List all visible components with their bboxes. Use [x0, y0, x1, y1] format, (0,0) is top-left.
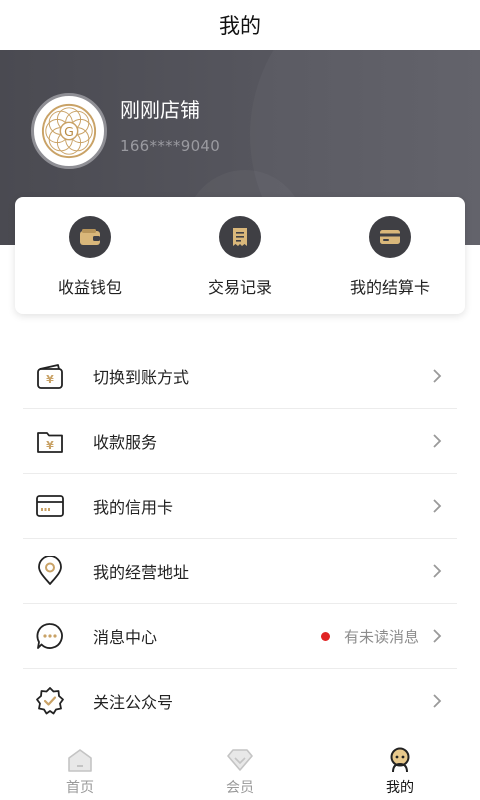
quick-action-label: 我的结算卡	[349, 278, 430, 297]
tab-label: 会员	[226, 780, 254, 796]
yuan-folder-icon: ¥	[35, 426, 65, 456]
quick-action-transactions[interactable]: 交易记录	[165, 197, 315, 314]
menu-item-label: 收款服务	[93, 433, 158, 452]
verified-badge-icon	[35, 686, 65, 716]
menu-list: ¥ 切换到账方式 ¥ 收款服务 我的信用卡 我的经营地址 消息中心 有未读消息 …	[23, 344, 457, 733]
menu-item-label: 我的经营地址	[93, 563, 190, 582]
chat-bubble-icon	[35, 621, 65, 651]
menu-item-payment-service[interactable]: ¥ 收款服务	[23, 409, 457, 474]
chevron-right-icon	[433, 629, 442, 643]
menu-item-message-center[interactable]: 消息中心 有未读消息	[23, 604, 457, 669]
menu-item-label: 我的信用卡	[93, 498, 174, 517]
title-bar: 我的	[0, 0, 480, 50]
diamond-icon	[227, 749, 253, 771]
chevron-right-icon	[433, 369, 442, 383]
menu-item-follow-official-account[interactable]: 关注公众号	[23, 669, 457, 733]
credit-card-icon	[35, 491, 65, 521]
chevron-right-icon	[433, 694, 442, 708]
svg-text:¥: ¥	[46, 373, 54, 386]
wallet-icon	[69, 216, 111, 258]
unread-message-text: 有未读消息	[343, 627, 419, 646]
shop-phone: 166****9040	[120, 137, 221, 155]
chevron-right-icon	[433, 564, 442, 578]
quick-actions-card: 收益钱包 交易记录 我的结算卡	[15, 197, 465, 314]
page-title: 我的	[219, 14, 261, 38]
chevron-right-icon	[433, 434, 442, 448]
shop-name: 刚刚店铺	[120, 98, 200, 122]
gold-logo-icon: G	[41, 103, 97, 159]
menu-item-label: 消息中心	[93, 628, 158, 647]
menu-item-label: 切换到账方式	[93, 368, 190, 387]
quick-action-settlement-card[interactable]: 我的结算卡	[315, 197, 465, 314]
avatar[interactable]: G	[31, 93, 107, 169]
menu-item-label: 关注公众号	[93, 693, 174, 712]
quick-action-label: 交易记录	[207, 278, 272, 297]
quick-action-label: 收益钱包	[57, 278, 122, 297]
menu-item-switch-account-method[interactable]: ¥ 切换到账方式	[23, 344, 457, 409]
menu-item-business-address[interactable]: 我的经营地址	[23, 539, 457, 604]
menu-item-credit-card[interactable]: 我的信用卡	[23, 474, 457, 539]
location-pin-icon	[35, 556, 65, 586]
tab-label: 我的	[386, 780, 414, 796]
unread-dot	[320, 631, 330, 641]
receipt-icon	[219, 216, 261, 258]
tab-home[interactable]: 首页	[0, 738, 160, 800]
tab-member[interactable]: 会员	[160, 738, 320, 800]
avatar-letter: G	[64, 124, 74, 139]
user-icon	[390, 747, 410, 773]
tab-label: 首页	[66, 780, 94, 796]
bottom-tab-bar: 首页 会员 我的	[0, 738, 480, 800]
card-icon	[369, 216, 411, 258]
quick-action-wallet[interactable]: 收益钱包	[15, 197, 165, 314]
svg-text:¥: ¥	[46, 439, 54, 452]
tab-mine[interactable]: 我的	[320, 738, 480, 800]
chevron-right-icon	[433, 499, 442, 513]
yuan-wallet-icon: ¥	[35, 361, 65, 391]
home-icon	[68, 749, 92, 772]
